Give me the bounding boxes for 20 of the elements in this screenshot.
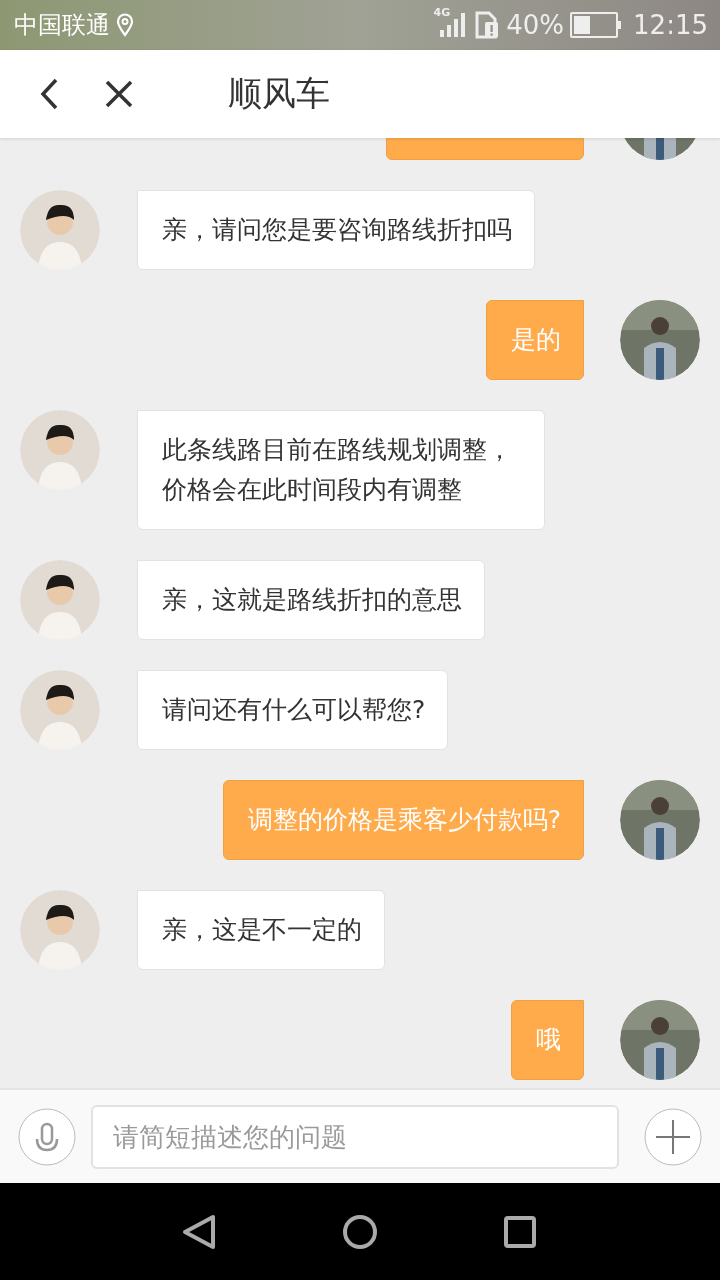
battery-icon [570,12,622,38]
message-bubble: 此条线路目前在路线规划调整，价格会在此时间段内有调整 [137,410,545,530]
sim-icon [474,11,501,39]
add-icon[interactable] [644,1107,702,1166]
message-bubble: 请问还有什么可以帮您? [137,670,449,750]
message-bubble: 亲，这是不一定的 [137,890,385,970]
battery-percent: 40% [506,10,565,40]
carrier-name: 中国联通 [14,10,110,41]
microphone-icon[interactable] [18,1107,76,1166]
network-type: 4G [433,6,451,19]
message-bubble: 亲，请问您是要咨询路线折扣吗 [137,190,535,270]
page-title: 顺风车 [228,72,330,115]
message-bubble: 亲，这就是路线折扣的意思 [137,560,485,640]
message-bubble: 调整的价格是乘客少付款吗? [222,780,584,860]
clock-time: 12:15 [633,10,708,40]
close-icon[interactable] [104,79,134,109]
message-input[interactable]: 请简短描述您的问题 [91,1104,619,1169]
message-bubble: 是的 [486,300,584,380]
location-icon [116,13,134,37]
message-bubble: 哦 [511,1000,584,1080]
